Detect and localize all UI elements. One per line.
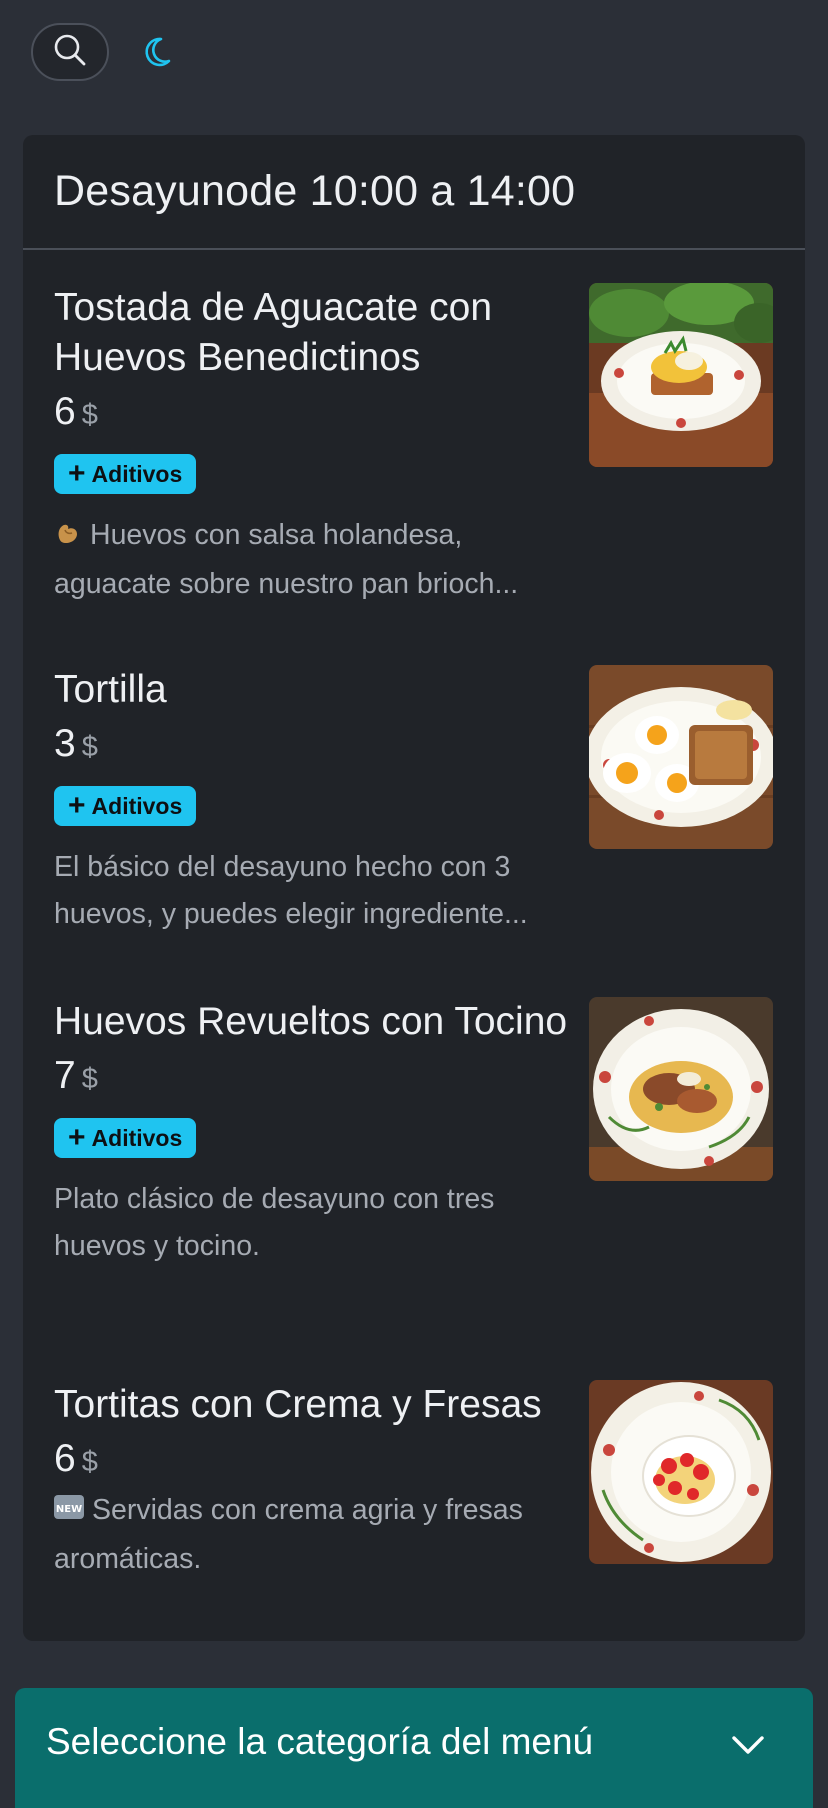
top-bar [0,0,828,110]
addons-button[interactable]: + Aditivos [54,1118,197,1158]
description-text: Plato clásico de desayuno con tres huevo… [54,1183,495,1262]
menu-item-description: El básico del desayuno hecho con 3 huevo… [54,844,574,938]
menu-item-info: Huevos Revueltos con Tocino 7 $ + Aditivos… [54,997,574,1270]
menu-item-price: 3 $ [54,721,574,770]
price-value: 7 [54,1054,76,1097]
plus-icon: + [68,1121,86,1154]
addons-button[interactable]: + Aditivos [54,454,197,494]
menu-item-image[interactable] [589,1380,773,1564]
price-value: 6 [54,1437,76,1480]
menu-item-info: Tostada de Aguacate con Huevos Benedicti… [54,283,574,608]
menu-item[interactable]: Tortilla 3 $ + Aditivos El básico del desa… [54,665,774,955]
menu-item-description: Plato clásico de desayuno con tres huevo… [54,1176,574,1270]
menu-item-name: Huevos Revueltos con Tocino [54,1000,568,1043]
svg-text:NEW: NEW [56,1504,82,1515]
addons-label: Aditivos [91,1124,183,1151]
moon-icon [139,35,173,74]
theme-toggle-button[interactable] [136,34,176,74]
menu-item-description: NEW Servidas con crema agria y fresas aro… [54,1487,574,1583]
menu-item[interactable]: Tostada de Aguacate con Huevos Benedicti… [54,283,774,613]
new-badge-icon: NEW [54,1489,84,1536]
currency-symbol: $ [81,731,98,763]
search-icon [53,33,87,72]
description-text: Huevos con salsa holandesa, aguacate sob… [54,519,519,600]
menu-item-description: Huevos con salsa holandesa, aguacate sob… [54,512,574,608]
category-selector-label: Seleccione la categoría del menú [46,1721,594,1762]
menu-item-info: Tortitas con Crema y Fresas 6 $ NEW Servid… [54,1380,594,1583]
section-title: Desayunode 10:00 a 14:00 [54,167,576,215]
price-value: 3 [54,722,76,765]
menu-item-image[interactable] [589,997,773,1181]
currency-symbol: $ [81,1446,98,1478]
menu-section-panel: Desayunode 10:00 a 14:00 Tostada de Agua… [23,135,805,1641]
plus-icon: + [68,789,86,822]
currency-symbol: $ [81,1063,98,1095]
menu-item-price: 6 $ [54,1436,594,1485]
menu-item-image[interactable] [589,283,773,467]
chevron-down-icon [728,1725,768,1765]
plus-icon: + [68,457,86,490]
price-value: 6 [54,390,76,433]
menu-item-name: Tostada de Aguacate con Huevos Benedicti… [54,286,493,379]
description-text: El básico del desayuno hecho con 3 huevo… [54,851,528,930]
pinched-fingers-icon [54,514,82,561]
menu-item-price: 6 $ [54,389,574,438]
section-header: Desayunode 10:00 a 14:00 [23,135,805,250]
menu-item[interactable]: Tortitas con Crema y Fresas 6 $ NEW Servid… [54,1380,774,1630]
menu-item-price: 7 $ [54,1053,574,1102]
menu-item-name: Tortilla [54,668,167,711]
description-text: Servidas con crema agria y fresas aromát… [54,1494,523,1575]
menu-item-image[interactable] [589,665,773,849]
menu-item-info: Tortilla 3 $ + Aditivos El básico del desa… [54,665,574,938]
menu-item-name: Tortitas con Crema y Fresas [54,1383,542,1426]
search-button[interactable] [31,23,109,81]
menu-item[interactable]: Huevos Revueltos con Tocino 7 $ + Aditivos… [54,997,774,1327]
currency-symbol: $ [81,399,98,431]
addons-button[interactable]: + Aditivos [54,786,197,826]
addons-label: Aditivos [91,460,183,487]
category-selector[interactable]: Seleccione la categoría del menú [15,1688,813,1808]
addons-label: Aditivos [91,792,183,819]
